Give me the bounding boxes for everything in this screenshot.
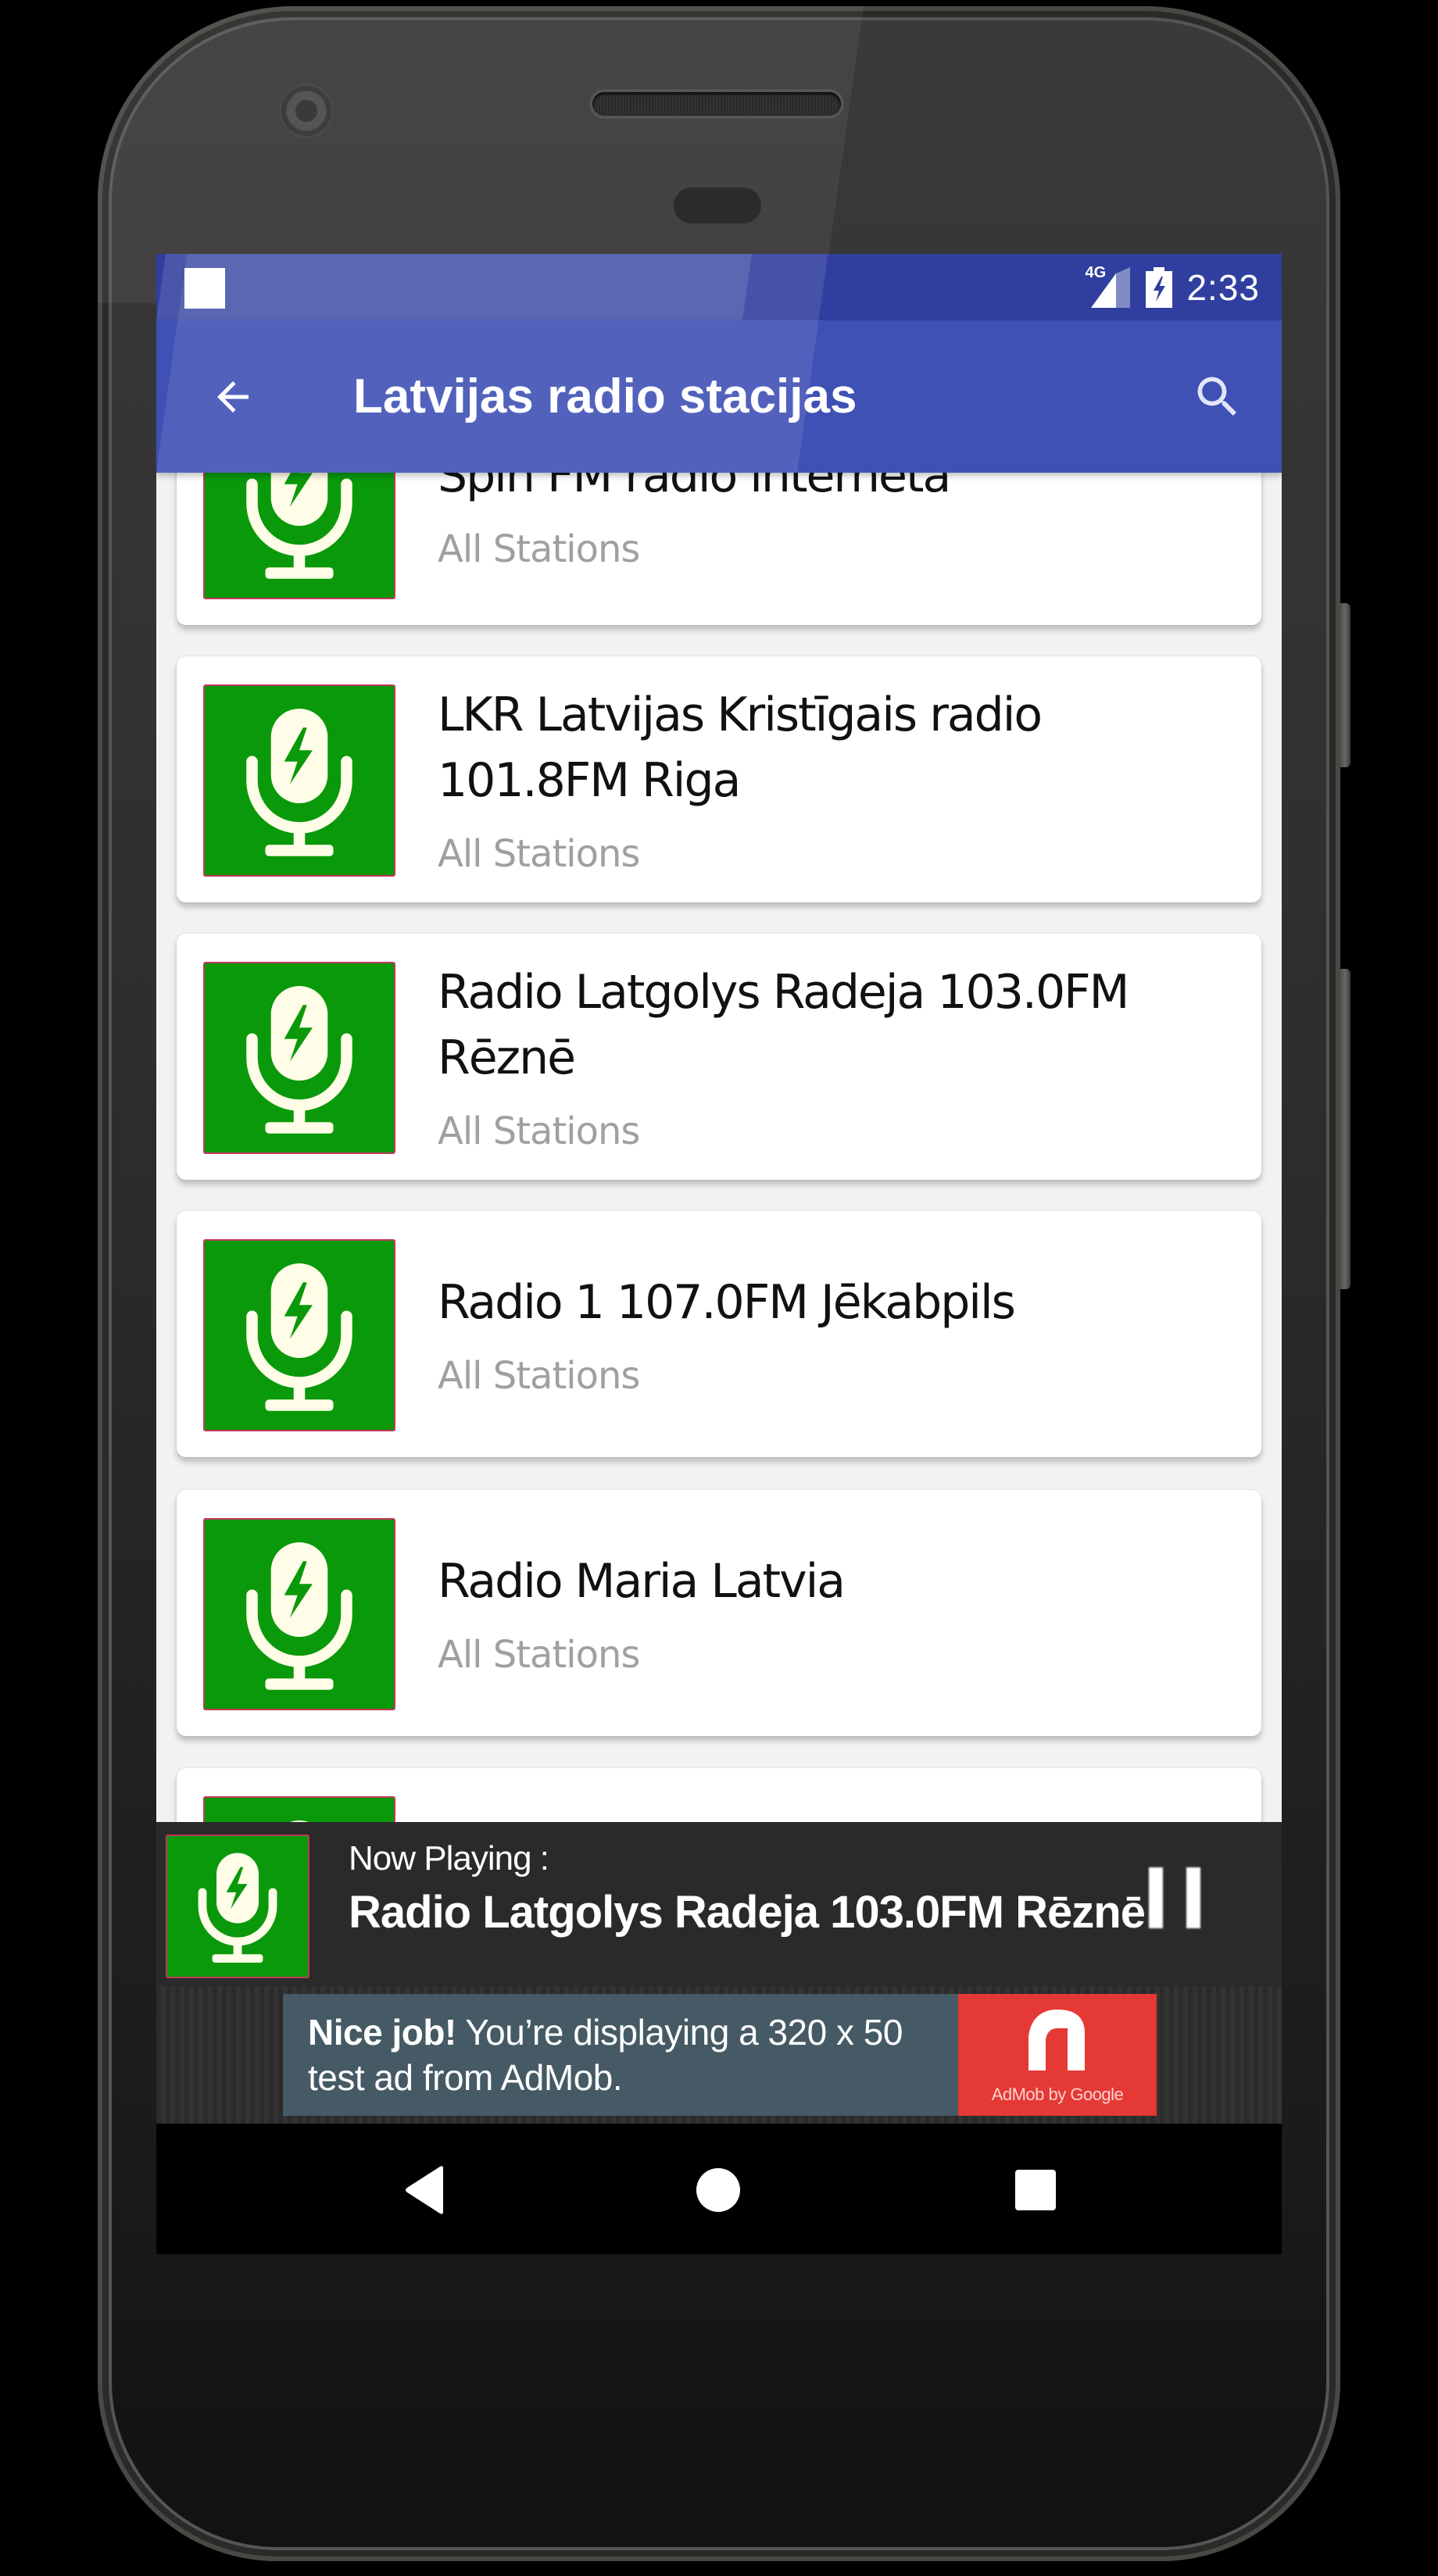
admob-logo[interactable]: AdMob by Google xyxy=(958,1994,1157,2116)
proximity-sensor xyxy=(674,188,761,223)
phone-screen: 4G 2:33 Latvijas radio stacijas Spin FM … xyxy=(156,254,1282,2254)
microphone-icon xyxy=(203,1796,395,1822)
station-title: Radio 1 107.0FM Jēkabpils xyxy=(438,1274,1016,1330)
station-subtitle: All Stations xyxy=(438,1632,640,1677)
station-title: Radio Maria Latvia xyxy=(438,1553,846,1609)
now-playing-label: Now Playing : xyxy=(349,1839,549,1878)
battery-charging-icon xyxy=(1146,266,1173,308)
arrow-back-icon xyxy=(217,381,249,413)
ad-headline: Nice job! xyxy=(308,2012,456,2053)
station-card[interactable]: LKR Latvijas Kristīgais radio 101.8FM Ri… xyxy=(177,656,1261,902)
now-playing-title: Radio Latgolys Radeja 103.0FM Rēznē xyxy=(349,1887,1146,1938)
now-playing-bar[interactable]: Now Playing : Radio Latgolys Radeja 103.… xyxy=(156,1822,1282,1986)
earpiece-speaker xyxy=(592,92,841,116)
station-card[interactable]: Radio Maria Latvia All Stations xyxy=(177,1490,1261,1736)
app-bar: Latvijas radio stacijas xyxy=(156,254,1282,473)
status-bar: 4G 2:33 xyxy=(156,254,1282,320)
station-card[interactable]: Spin FM radio internetā All Stations xyxy=(177,473,1261,625)
station-subtitle: All Stations xyxy=(438,831,640,876)
ad-text: Nice job! You’re displaying a 320 x 50 t… xyxy=(308,2010,944,2100)
nav-recents-icon xyxy=(1015,2170,1056,2210)
volume-button xyxy=(1340,969,1350,1289)
station-card[interactable] xyxy=(177,1768,1261,1822)
station-title: Radio Latgolys Radeja 103.0FM Rēznē xyxy=(438,964,1129,1085)
station-card[interactable]: Radio Latgolys Radeja 103.0FM Rēznē All … xyxy=(177,934,1261,1180)
clock: 2:33 xyxy=(1186,266,1260,308)
nav-home-icon xyxy=(696,2168,740,2212)
microphone-icon xyxy=(166,1835,309,1978)
signal-4g-icon: 4G xyxy=(1085,263,1132,308)
search-icon xyxy=(1197,377,1237,416)
pause-icon xyxy=(1149,1867,1163,1928)
status-icons: 4G 2:33 xyxy=(1085,254,1260,320)
station-subtitle: All Stations xyxy=(438,1109,640,1153)
network-label: 4G xyxy=(1085,263,1107,281)
front-camera xyxy=(281,86,331,136)
nav-recents-button[interactable] xyxy=(1000,2155,1071,2225)
notification-square-icon xyxy=(184,268,225,309)
station-title: Spin FM radio internetā xyxy=(438,473,951,503)
nav-home-button[interactable] xyxy=(683,2155,753,2225)
nav-back-icon xyxy=(406,2166,443,2214)
station-list[interactable]: Spin FM radio internetā All Stations LKR… xyxy=(156,473,1282,1822)
system-nav-bar xyxy=(156,2124,1282,2254)
station-subtitle: All Stations xyxy=(438,1353,640,1398)
nav-back-button[interactable] xyxy=(391,2155,461,2225)
page-title: Latvijas radio stacijas xyxy=(353,370,857,423)
station-card[interactable]: Radio 1 107.0FM Jēkabpils All Stations xyxy=(177,1211,1261,1457)
back-button[interactable] xyxy=(203,367,263,427)
microphone-icon xyxy=(203,473,395,599)
microphone-icon xyxy=(203,1239,395,1431)
ad-banner[interactable]: Nice job! You’re displaying a 320 x 50 t… xyxy=(156,1986,1282,2124)
pause-button[interactable] xyxy=(1149,1867,1204,1930)
power-button xyxy=(1340,603,1350,767)
search-button[interactable] xyxy=(1186,366,1249,428)
microphone-icon xyxy=(203,1518,395,1710)
ad-body[interactable]: Nice job! You’re displaying a 320 x 50 t… xyxy=(283,1994,963,2116)
admob-logo-icon xyxy=(1028,2010,1085,2070)
microphone-icon xyxy=(203,962,395,1154)
station-subtitle: All Stations xyxy=(438,527,640,571)
station-title: LKR Latvijas Kristīgais radio 101.8FM Ri… xyxy=(438,687,1043,808)
microphone-icon xyxy=(203,684,395,877)
admob-caption: AdMob by Google xyxy=(991,2085,1124,2104)
